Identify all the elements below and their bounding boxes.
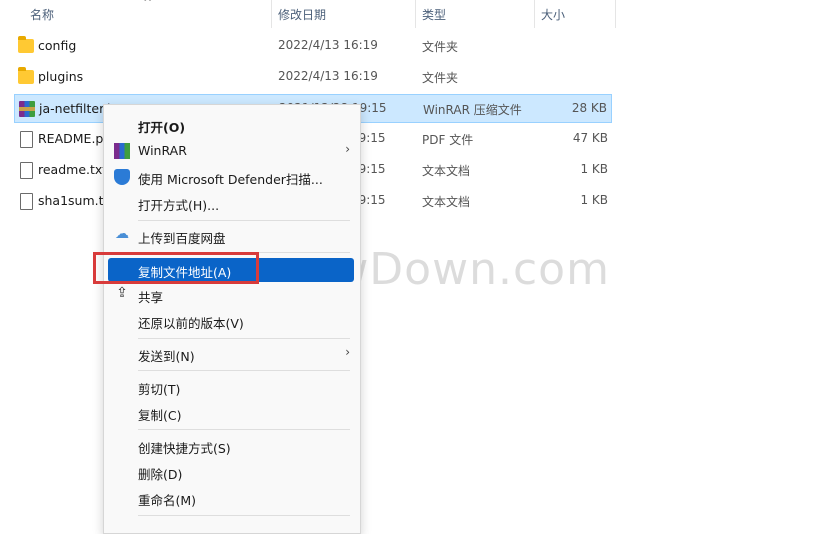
- chevron-right-icon: ›: [345, 345, 350, 359]
- column-name[interactable]: 名称: [30, 6, 54, 23]
- file-type: 文件夹: [422, 40, 459, 54]
- document-icon: [20, 131, 33, 148]
- file-type: 文本文档: [422, 164, 471, 178]
- sort-ascending-icon[interactable]: ^: [143, 0, 152, 9]
- menu-separator: [138, 220, 350, 221]
- file-name: config: [38, 38, 77, 53]
- chevron-right-icon: ›: [345, 142, 350, 156]
- file-name: plugins: [38, 69, 84, 84]
- file-size: 28 KB: [571, 101, 607, 115]
- menu-item-restore-versions[interactable]: 还原以前的版本(V): [104, 309, 360, 333]
- menu-item-copy[interactable]: 复制(C): [104, 401, 360, 425]
- folder-icon: [18, 36, 34, 53]
- column-date[interactable]: 修改日期: [278, 6, 326, 23]
- menu-item-cut[interactable]: 剪切(T): [104, 375, 360, 399]
- menu-item-delete[interactable]: 删除(D): [104, 460, 360, 484]
- menu-item-rename[interactable]: 重命名(M): [104, 486, 360, 510]
- cloud-upload-icon: ☁: [115, 226, 129, 242]
- shield-icon: [114, 169, 130, 185]
- file-size: 1 KB: [580, 193, 608, 207]
- column-divider[interactable]: [415, 0, 416, 28]
- column-size[interactable]: 大小: [541, 6, 565, 23]
- menu-separator: [138, 338, 350, 339]
- file-row[interactable]: config 2022/4/13 16:19 文件夹: [14, 32, 612, 61]
- winrar-archive-icon: [19, 101, 35, 117]
- menu-separator: [138, 370, 350, 371]
- document-icon: [20, 193, 33, 210]
- menu-item-create-shortcut[interactable]: 创建快捷方式(S): [104, 434, 360, 458]
- file-type: PDF 文件: [422, 133, 474, 147]
- menu-item-open-with[interactable]: 打开方式(H)...: [104, 191, 360, 215]
- column-type[interactable]: 类型: [422, 6, 446, 23]
- document-icon: [20, 162, 33, 179]
- file-type: 文本文档: [422, 195, 471, 209]
- file-date: 2022/4/13 16:19: [278, 69, 378, 83]
- menu-item-send-to[interactable]: 发送到(N) ›: [104, 342, 360, 366]
- folder-icon: [18, 67, 34, 84]
- column-divider[interactable]: [615, 0, 616, 28]
- file-name: readme.txt: [38, 162, 108, 177]
- context-menu: 打开(O) WinRAR › 使用 Microsoft Defender扫描..…: [103, 104, 361, 534]
- menu-item-open[interactable]: 打开(O): [104, 113, 360, 137]
- column-divider[interactable]: [534, 0, 535, 28]
- file-size: 1 KB: [580, 162, 608, 176]
- file-size: 47 KB: [572, 131, 608, 145]
- file-type: 文件夹: [422, 71, 459, 85]
- file-date: 2022/4/13 16:19: [278, 38, 378, 52]
- share-icon: ⇪: [116, 285, 128, 301]
- menu-item-defender-scan[interactable]: 使用 Microsoft Defender扫描...: [104, 165, 360, 189]
- highlight-annotation-box: [93, 252, 259, 284]
- winrar-icon: [114, 143, 130, 159]
- menu-item-upload-baidu[interactable]: ☁ 上传到百度网盘: [104, 224, 360, 248]
- menu-separator: [138, 429, 350, 430]
- menu-item-share[interactable]: ⇪ 共享: [104, 283, 360, 307]
- column-header: ^ 名称 修改日期 类型 大小: [0, 0, 815, 28]
- menu-separator: [138, 515, 350, 516]
- column-divider[interactable]: [271, 0, 272, 28]
- menu-item-winrar[interactable]: WinRAR ›: [104, 139, 360, 163]
- file-type: WinRAR 压缩文件: [423, 103, 522, 117]
- file-row[interactable]: plugins 2022/4/13 16:19 文件夹: [14, 63, 612, 92]
